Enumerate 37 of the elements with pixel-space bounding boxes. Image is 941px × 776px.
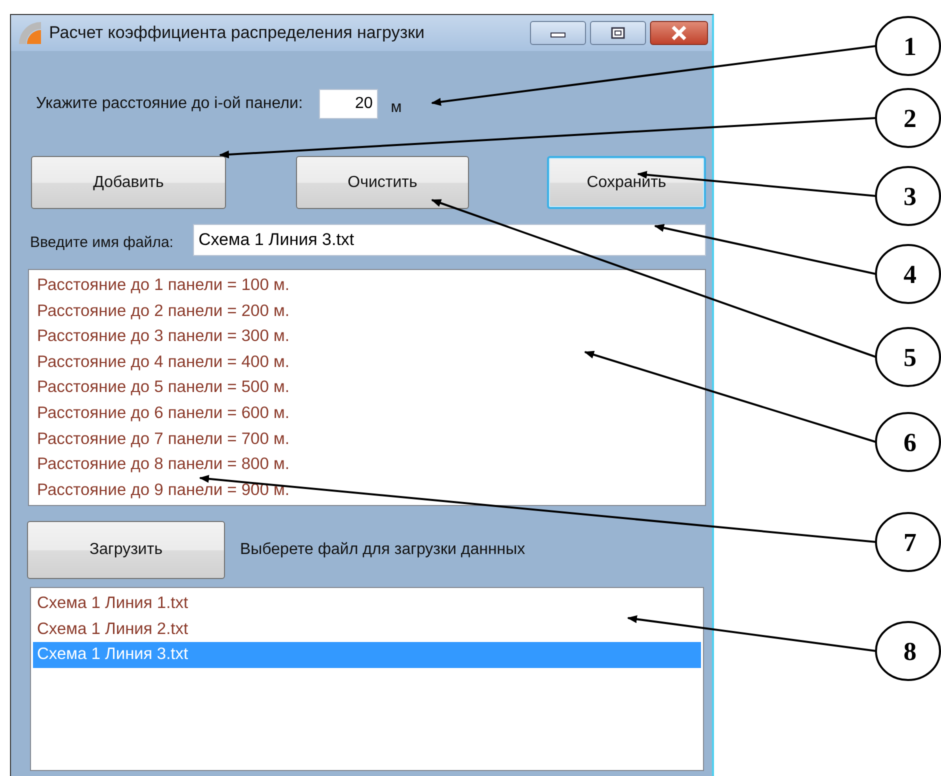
list-item[interactable]: Расстояние до 1 панели = 100 м. xyxy=(37,273,705,299)
list-item[interactable]: Расстояние до 2 панели = 200 м. xyxy=(37,298,705,324)
load-hint: Выберете файл для загрузки даннных xyxy=(240,541,526,559)
app-icon xyxy=(17,20,43,46)
maximize-icon xyxy=(610,26,626,40)
file-item[interactable]: Схема 1 Линия 2.txt xyxy=(33,616,701,642)
distance-list[interactable] xyxy=(28,269,706,506)
close-icon xyxy=(670,25,688,41)
add-button[interactable]: Добавить xyxy=(31,156,226,209)
save-button[interactable]: Сохранить xyxy=(547,156,706,209)
window-title: Расчет коэффициента распределения нагрузки xyxy=(49,23,425,43)
list-item[interactable]: Расстояние до 3 панели = 300 м. xyxy=(37,324,705,350)
callout-number: 5 xyxy=(875,327,941,387)
callout-number: 6 xyxy=(875,412,941,472)
list-item[interactable]: Расстояние до 5 панели = 500 м. xyxy=(37,375,705,401)
distance-label: Укажите расстояние до i-ой панели: xyxy=(36,95,303,113)
list-item[interactable]: Расстояние до 8 панели = 800 м. xyxy=(37,452,705,478)
callout-number: 2 xyxy=(875,88,941,148)
load-button[interactable]: Загрузить xyxy=(27,521,225,579)
callout-number: 4 xyxy=(875,244,941,304)
file-name-field[interactable]: Схема 1 Линия 3.txt xyxy=(193,224,706,256)
minimize-button[interactable] xyxy=(530,21,586,45)
file-list[interactable]: Схема 1 Линия 1.txt Схема 1 Линия 2.txt Схема 1 Линия 3.txt xyxy=(30,587,704,771)
distance-field[interactable]: 20 xyxy=(318,89,378,119)
list-item[interactable]: Расстояние до 4 панели = 400 м. xyxy=(37,350,705,376)
unit-label: м xyxy=(390,99,402,117)
close-button[interactable] xyxy=(650,21,708,45)
list-item[interactable]: Расстояние до 6 панели = 600 м. xyxy=(37,400,705,427)
callout-number: 8 xyxy=(875,621,941,681)
callout-number: 1 xyxy=(875,16,941,76)
file-name-label: Введите имя файла: xyxy=(30,234,174,250)
list-item[interactable]: Расстояние до 7 панели = 700 м. xyxy=(37,426,705,452)
callout-number: 7 xyxy=(875,512,941,572)
maximize-button[interactable] xyxy=(590,21,646,45)
file-item[interactable]: Схема 1 Линия 1.txt xyxy=(33,591,701,617)
callout-number: 3 xyxy=(875,166,941,226)
clear-button[interactable]: Очистить xyxy=(296,156,469,209)
